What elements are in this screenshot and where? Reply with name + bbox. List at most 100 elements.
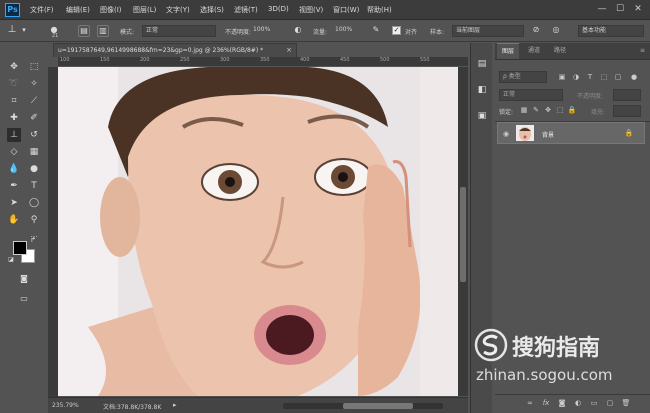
layer-row-background[interactable]: ◉ 背景 🔒 (497, 122, 645, 144)
menu-filter[interactable]: 滤镜(T) (234, 5, 258, 15)
flow-input[interactable]: 100% (332, 25, 364, 37)
watermark: 搜狗指南 zhinan.sogou.com (470, 322, 650, 392)
history-brush-icon[interactable]: ↺ (27, 128, 41, 142)
horizontal-scrollbar[interactable] (283, 403, 443, 409)
link-layers-icon[interactable]: ∞ (525, 398, 535, 408)
layer-fill-input[interactable] (613, 105, 641, 117)
minimize-icon[interactable]: — (596, 3, 608, 15)
crop-icon[interactable]: ⌗ (7, 94, 21, 108)
zoom-level[interactable]: 235.79% (52, 402, 79, 409)
hand-icon[interactable]: ✋ (7, 213, 21, 227)
brush-icon[interactable]: ✐ (27, 111, 41, 125)
menu-3d[interactable]: 3D(D) (268, 5, 289, 13)
adjustment-layer-icon[interactable]: ◐ (573, 398, 583, 408)
menu-edit[interactable]: 编辑(E) (66, 5, 90, 15)
eyedropper-icon[interactable]: ⟋ (27, 94, 41, 108)
app-logo: Ps (5, 3, 20, 17)
status-menu-icon[interactable]: ▸ (173, 401, 177, 409)
tab-channels[interactable]: 通道 (523, 43, 545, 59)
default-colors-icon[interactable]: ◪ (7, 256, 15, 264)
horizontal-scroll-thumb[interactable] (343, 403, 413, 409)
properties-panel-icon[interactable]: ◧ (475, 83, 489, 97)
eraser-icon[interactable]: ◇ (7, 145, 21, 159)
fill-label: 填充: (591, 109, 606, 116)
lock-position-icon[interactable]: ✥ (543, 105, 553, 115)
visibility-eye-icon[interactable]: ◉ (501, 129, 511, 139)
blur-icon[interactable]: 💧 (7, 162, 21, 176)
menu-type[interactable]: 文字(Y) (166, 5, 190, 15)
new-layer-icon[interactable]: ▢ (605, 398, 615, 408)
pressure-size-icon[interactable]: ◎ (550, 25, 562, 37)
filter-smart-icon[interactable]: ▢ (613, 72, 623, 82)
gradient-icon[interactable]: ▦ (27, 145, 41, 159)
vertical-scrollbar[interactable] (458, 67, 468, 396)
document-tab[interactable]: u=1917587649,9614998688&fm=23&gp=0.jpg @… (53, 43, 297, 57)
watermark-logo-icon (474, 328, 508, 362)
opacity-input[interactable]: 100% (250, 25, 282, 37)
screen-mode-icon[interactable]: ▭ (17, 292, 31, 306)
filter-adjust-icon[interactable]: ◑ (571, 72, 581, 82)
pen-icon[interactable]: ✒ (7, 179, 21, 193)
pressure-opacity-icon[interactable]: ◐ (292, 25, 304, 37)
canvas[interactable] (58, 67, 458, 396)
lock-artboard-icon[interactable]: ⬚ (555, 105, 565, 115)
menu-image[interactable]: 图像(I) (100, 5, 122, 15)
vertical-scroll-thumb[interactable] (460, 187, 466, 282)
menu-view[interactable]: 视图(V) (299, 5, 323, 15)
layer-filter-select[interactable]: ρ 类型 (499, 71, 547, 83)
aligned-checkbox[interactable]: ✓ (392, 26, 401, 35)
chevron-down-icon[interactable]: ▾ (20, 25, 28, 37)
clone-stamp-icon[interactable]: ⊥ (7, 128, 21, 142)
path-select-icon[interactable]: ➤ (7, 196, 21, 210)
layers-panel-footer: ∞ fx ◙ ◐ ▭ ▢ 🗑 (495, 394, 650, 411)
clone-source-panel-icon[interactable]: ▣ (475, 109, 489, 123)
history-panel-icon[interactable]: ▤ (475, 57, 489, 71)
layer-style-icon[interactable]: fx (541, 398, 551, 408)
clone-stamp-icon[interactable]: ⊥ (6, 25, 18, 37)
mode-select[interactable]: 正常 (142, 25, 216, 37)
workspace-select[interactable]: 基本功能 (578, 25, 644, 37)
lock-pixels-icon[interactable]: ▦ (519, 105, 529, 115)
new-group-icon[interactable]: ▭ (589, 398, 599, 408)
type-icon[interactable]: T (27, 179, 41, 193)
menu-help[interactable]: 帮助(H) (367, 5, 392, 15)
lock-all-icon[interactable]: 🔒 (567, 105, 577, 115)
move-icon[interactable]: ✥ (7, 60, 21, 74)
menu-file[interactable]: 文件(F) (30, 5, 54, 15)
ignore-adjustment-icon[interactable]: ⊘ (530, 25, 542, 37)
filter-type-icon[interactable]: T (585, 72, 595, 82)
airbrush-icon[interactable]: ✎ (370, 25, 382, 37)
quick-mask-icon[interactable]: ◙ (17, 272, 31, 286)
menu-window[interactable]: 窗口(W) (333, 5, 359, 15)
filter-toggle-icon[interactable]: ● (629, 72, 639, 82)
tab-layers[interactable]: 图层 (497, 43, 520, 59)
clone-source-icon[interactable]: ▥ (97, 25, 109, 37)
marquee-icon[interactable]: ⬚ (27, 60, 41, 74)
lasso-icon[interactable]: ➰ (7, 77, 21, 91)
close-tab-icon[interactable]: × (286, 44, 292, 57)
lock-image-icon[interactable]: ✎ (531, 105, 541, 115)
brush-size: 21 (52, 33, 59, 39)
dodge-icon[interactable]: ● (27, 162, 41, 176)
shape-icon[interactable]: ◯ (27, 196, 41, 210)
swap-colors-icon[interactable]: ↱ (29, 236, 37, 244)
filter-shape-icon[interactable]: ⬚ (599, 72, 609, 82)
blend-mode-select[interactable]: 正常 (499, 89, 563, 101)
layer-opacity-input[interactable] (613, 89, 641, 101)
maximize-icon[interactable]: ☐ (614, 3, 626, 15)
layer-name[interactable]: 背景 (542, 130, 554, 139)
magic-wand-icon[interactable]: ✧ (27, 77, 41, 91)
delete-layer-icon[interactable]: 🗑 (621, 398, 631, 408)
close-icon[interactable]: ✕ (632, 3, 644, 15)
brush-panel-icon[interactable]: ▤ (78, 25, 90, 37)
healing-icon[interactable]: ✚ (7, 111, 21, 125)
menu-select[interactable]: 选择(S) (200, 5, 224, 15)
add-mask-icon[interactable]: ◙ (557, 398, 567, 408)
filter-pixel-icon[interactable]: ▣ (557, 72, 567, 82)
sample-select[interactable]: 当前图层 (452, 25, 524, 37)
tab-paths[interactable]: 路径 (549, 43, 571, 59)
zoom-icon[interactable]: ⚲ (27, 213, 41, 227)
panel-menu-icon[interactable]: ≡ (635, 43, 650, 59)
menu-layer[interactable]: 图层(L) (133, 5, 156, 15)
foreground-color-swatch[interactable] (13, 241, 27, 255)
